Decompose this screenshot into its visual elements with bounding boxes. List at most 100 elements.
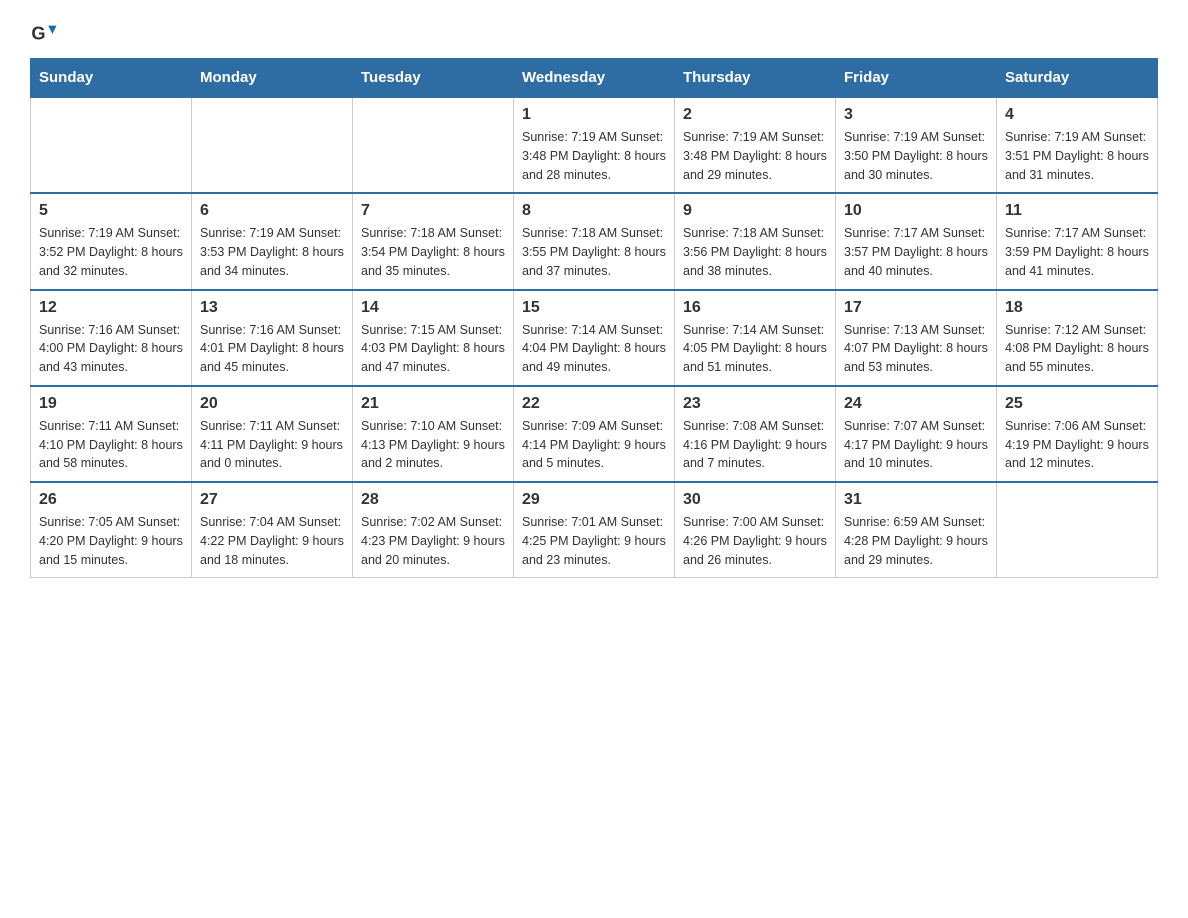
day-info: Sunrise: 7:19 AM Sunset: 3:48 PM Dayligh…	[683, 128, 827, 184]
calendar-day-cell: 22 Sunrise: 7:09 AM Sunset: 4:14 PM Dayli…	[514, 386, 675, 482]
calendar-day-cell: 19 Sunrise: 7:11 AM Sunset: 4:10 PM Dayli…	[31, 386, 192, 482]
day-number: 9	[683, 202, 827, 220]
day-number: 4	[1005, 106, 1149, 124]
day-of-week-header: Sunday	[31, 59, 192, 98]
day-number: 6	[200, 202, 344, 220]
calendar-day-cell: 28 Sunrise: 7:02 AM Sunset: 4:23 PM Dayli…	[353, 482, 514, 578]
calendar-day-cell: 26Sunrise: 7:05 AM Sunset: 4:20 PM Dayli…	[31, 482, 192, 578]
day-info: Sunrise: 7:10 AM Sunset: 4:13 PM Dayligh…	[361, 417, 505, 473]
day-number: 11	[1005, 202, 1149, 220]
calendar-day-cell: 15 Sunrise: 7:14 AM Sunset: 4:04 PM Dayli…	[514, 290, 675, 386]
day-info: Sunrise: 7:16 AM Sunset: 4:01 PM Dayligh…	[200, 321, 344, 377]
calendar-day-cell: 13 Sunrise: 7:16 AM Sunset: 4:01 PM Dayli…	[192, 290, 353, 386]
calendar-week-row: 5Sunrise: 7:19 AM Sunset: 3:52 PM Daylig…	[31, 193, 1158, 289]
day-number: 18	[1005, 299, 1149, 317]
day-info: Sunrise: 7:18 AM Sunset: 3:55 PM Dayligh…	[522, 224, 666, 280]
day-info: Sunrise: 7:19 AM Sunset: 3:51 PM Dayligh…	[1005, 128, 1149, 184]
calendar-day-cell: 21 Sunrise: 7:10 AM Sunset: 4:13 PM Dayli…	[353, 386, 514, 482]
calendar-day-cell: 24 Sunrise: 7:07 AM Sunset: 4:17 PM Dayli…	[836, 386, 997, 482]
calendar-day-cell: 16Sunrise: 7:14 AM Sunset: 4:05 PM Dayli…	[675, 290, 836, 386]
day-info: Sunrise: 7:11 AM Sunset: 4:10 PM Dayligh…	[39, 417, 183, 473]
day-info: Sunrise: 7:12 AM Sunset: 4:08 PM Dayligh…	[1005, 321, 1149, 377]
day-info: Sunrise: 7:04 AM Sunset: 4:22 PM Dayligh…	[200, 513, 344, 569]
day-info: Sunrise: 7:19 AM Sunset: 3:48 PM Dayligh…	[522, 128, 666, 184]
calendar-day-cell: 6 Sunrise: 7:19 AM Sunset: 3:53 PM Daylig…	[192, 193, 353, 289]
day-number: 27	[200, 491, 344, 509]
calendar-day-cell: 8 Sunrise: 7:18 AM Sunset: 3:55 PM Daylig…	[514, 193, 675, 289]
day-number: 7	[361, 202, 505, 220]
day-number: 21	[361, 395, 505, 413]
day-info: Sunrise: 7:18 AM Sunset: 3:56 PM Dayligh…	[683, 224, 827, 280]
day-info: Sunrise: 7:05 AM Sunset: 4:20 PM Dayligh…	[39, 513, 183, 569]
svg-text:G: G	[31, 24, 45, 44]
calendar-day-cell: 31Sunrise: 6:59 AM Sunset: 4:28 PM Dayli…	[836, 482, 997, 578]
calendar-day-cell: 1 Sunrise: 7:19 AM Sunset: 3:48 PM Daylig…	[514, 97, 675, 193]
calendar-week-row: 26Sunrise: 7:05 AM Sunset: 4:20 PM Dayli…	[31, 482, 1158, 578]
calendar-day-cell: 7 Sunrise: 7:18 AM Sunset: 3:54 PM Daylig…	[353, 193, 514, 289]
day-info: Sunrise: 7:15 AM Sunset: 4:03 PM Dayligh…	[361, 321, 505, 377]
day-info: Sunrise: 7:06 AM Sunset: 4:19 PM Dayligh…	[1005, 417, 1149, 473]
day-info: Sunrise: 7:02 AM Sunset: 4:23 PM Dayligh…	[361, 513, 505, 569]
calendar-table: SundayMondayTuesdayWednesdayThursdayFrid…	[30, 58, 1158, 578]
day-info: Sunrise: 7:08 AM Sunset: 4:16 PM Dayligh…	[683, 417, 827, 473]
calendar-day-cell	[31, 97, 192, 193]
day-info: Sunrise: 7:19 AM Sunset: 3:53 PM Dayligh…	[200, 224, 344, 280]
day-info: Sunrise: 7:16 AM Sunset: 4:00 PM Dayligh…	[39, 321, 183, 377]
day-number: 3	[844, 106, 988, 124]
day-number: 15	[522, 299, 666, 317]
day-info: Sunrise: 7:13 AM Sunset: 4:07 PM Dayligh…	[844, 321, 988, 377]
day-number: 19	[39, 395, 183, 413]
day-of-week-header: Friday	[836, 59, 997, 98]
day-info: Sunrise: 7:01 AM Sunset: 4:25 PM Dayligh…	[522, 513, 666, 569]
day-info: Sunrise: 7:14 AM Sunset: 4:04 PM Dayligh…	[522, 321, 666, 377]
day-of-week-header: Tuesday	[353, 59, 514, 98]
day-of-week-header: Wednesday	[514, 59, 675, 98]
day-number: 8	[522, 202, 666, 220]
day-number: 12	[39, 299, 183, 317]
day-number: 29	[522, 491, 666, 509]
day-info: Sunrise: 7:09 AM Sunset: 4:14 PM Dayligh…	[522, 417, 666, 473]
calendar-week-row: 19 Sunrise: 7:11 AM Sunset: 4:10 PM Dayli…	[31, 386, 1158, 482]
calendar-day-cell: 14 Sunrise: 7:15 AM Sunset: 4:03 PM Dayli…	[353, 290, 514, 386]
day-info: Sunrise: 7:00 AM Sunset: 4:26 PM Dayligh…	[683, 513, 827, 569]
calendar-day-cell	[353, 97, 514, 193]
calendar-day-cell	[997, 482, 1158, 578]
day-info: Sunrise: 6:59 AM Sunset: 4:28 PM Dayligh…	[844, 513, 988, 569]
calendar-day-cell: 25 Sunrise: 7:06 AM Sunset: 4:19 PM Dayli…	[997, 386, 1158, 482]
day-number: 24	[844, 395, 988, 413]
calendar-day-cell: 9 Sunrise: 7:18 AM Sunset: 3:56 PM Daylig…	[675, 193, 836, 289]
calendar-day-cell: 2Sunrise: 7:19 AM Sunset: 3:48 PM Daylig…	[675, 97, 836, 193]
day-info: Sunrise: 7:18 AM Sunset: 3:54 PM Dayligh…	[361, 224, 505, 280]
calendar-day-cell: 3 Sunrise: 7:19 AM Sunset: 3:50 PM Daylig…	[836, 97, 997, 193]
day-of-week-header: Monday	[192, 59, 353, 98]
calendar-day-cell	[192, 97, 353, 193]
calendar-day-cell: 12 Sunrise: 7:16 AM Sunset: 4:00 PM Dayli…	[31, 290, 192, 386]
day-info: Sunrise: 7:19 AM Sunset: 3:52 PM Dayligh…	[39, 224, 183, 280]
calendar-day-cell: 10 Sunrise: 7:17 AM Sunset: 3:57 PM Dayli…	[836, 193, 997, 289]
day-number: 17	[844, 299, 988, 317]
day-info: Sunrise: 7:14 AM Sunset: 4:05 PM Dayligh…	[683, 321, 827, 377]
day-number: 13	[200, 299, 344, 317]
calendar-day-cell: 27 Sunrise: 7:04 AM Sunset: 4:22 PM Dayli…	[192, 482, 353, 578]
day-number: 10	[844, 202, 988, 220]
calendar-day-cell: 18 Sunrise: 7:12 AM Sunset: 4:08 PM Dayli…	[997, 290, 1158, 386]
calendar-day-cell: 11 Sunrise: 7:17 AM Sunset: 3:59 PM Dayli…	[997, 193, 1158, 289]
day-number: 28	[361, 491, 505, 509]
day-number: 30	[683, 491, 827, 509]
day-info: Sunrise: 7:07 AM Sunset: 4:17 PM Dayligh…	[844, 417, 988, 473]
calendar-day-cell: 4 Sunrise: 7:19 AM Sunset: 3:51 PM Daylig…	[997, 97, 1158, 193]
logo-icon: G	[30, 20, 58, 48]
calendar-day-cell: 29 Sunrise: 7:01 AM Sunset: 4:25 PM Dayli…	[514, 482, 675, 578]
calendar-week-row: 1 Sunrise: 7:19 AM Sunset: 3:48 PM Daylig…	[31, 97, 1158, 193]
day-number: 1	[522, 106, 666, 124]
day-info: Sunrise: 7:19 AM Sunset: 3:50 PM Dayligh…	[844, 128, 988, 184]
calendar-day-cell: 20Sunrise: 7:11 AM Sunset: 4:11 PM Dayli…	[192, 386, 353, 482]
day-number: 22	[522, 395, 666, 413]
day-number: 25	[1005, 395, 1149, 413]
logo: G	[30, 20, 62, 48]
day-number: 14	[361, 299, 505, 317]
day-info: Sunrise: 7:17 AM Sunset: 3:57 PM Dayligh…	[844, 224, 988, 280]
day-info: Sunrise: 7:17 AM Sunset: 3:59 PM Dayligh…	[1005, 224, 1149, 280]
day-info: Sunrise: 7:11 AM Sunset: 4:11 PM Dayligh…	[200, 417, 344, 473]
calendar-week-row: 12 Sunrise: 7:16 AM Sunset: 4:00 PM Dayli…	[31, 290, 1158, 386]
